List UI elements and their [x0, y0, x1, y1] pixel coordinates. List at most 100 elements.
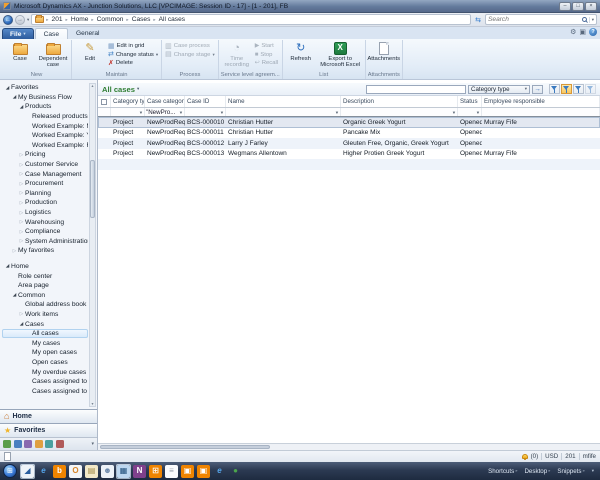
contacts-taskbar-button[interactable]: ☻ — [100, 464, 115, 479]
onenote-taskbar-button[interactable]: N — [132, 464, 147, 479]
file-menu-button[interactable]: File ▾ — [2, 28, 34, 39]
expand-icon[interactable]: ▷ — [11, 248, 18, 254]
case-row[interactable]: Project NewProdReq BCS-000012 Larry J Farle… — [98, 138, 600, 149]
history-dropdown-icon[interactable]: ▾ — [27, 17, 29, 23]
currency-indicator[interactable]: USD — [545, 453, 558, 460]
alerts-count[interactable]: (0) — [531, 453, 539, 460]
combo-dropdown-icon[interactable]: ▼ — [220, 110, 224, 115]
expand-icon[interactable]: ▷ — [18, 210, 25, 216]
sidebar-item-case-management[interactable]: ▷ Case Management — [2, 169, 88, 179]
sidebar-item-my-business-flow[interactable]: ◢ My Business Flow — [2, 93, 88, 103]
sidebar-item-procurement[interactable]: ▷ Procurement — [2, 179, 88, 189]
edit-in-grid-button[interactable]: ▦ Edit in grid — [107, 42, 159, 51]
sidebar-item-my-favorites[interactable]: ▷ My favorites — [2, 246, 88, 256]
expand-icon[interactable]: ▷ — [18, 171, 25, 177]
sidebar-scrollbar[interactable]: ▲ ▼ — [89, 83, 96, 407]
start-button[interactable]: ⊞ — [3, 464, 17, 478]
dependent-case-button[interactable]: Dependent case — [37, 40, 69, 69]
filter-cell-case-category[interactable]: "NewPro... ▼ — [145, 108, 185, 116]
sidebar-item-warehousing[interactable]: ▷ Warehousing — [2, 217, 88, 227]
breadcrumb-item-cases[interactable]: Cases — [131, 16, 152, 23]
bing-taskbar-button[interactable]: b — [52, 464, 67, 479]
taskbar-toolbar-shortcuts[interactable]: Shortcuts» — [488, 468, 517, 475]
module-icon-4[interactable] — [34, 440, 43, 448]
expand-icon[interactable]: ▷ — [18, 190, 25, 196]
sidebar-item-compliance[interactable]: ▷ Compliance — [2, 227, 88, 237]
filter-by-grid-button[interactable] — [561, 84, 572, 94]
sidebar-item-all-cases[interactable]: All cases — [2, 328, 88, 339]
scrollbar-thumb[interactable] — [100, 445, 270, 449]
expand-icon[interactable]: ▷ — [18, 162, 25, 168]
filter-cell-name[interactable]: ▼ — [226, 108, 341, 116]
expand-icon[interactable]: ▷ — [18, 229, 25, 235]
breadcrumb-item-common[interactable]: Common — [96, 16, 125, 23]
search-input[interactable] — [488, 16, 580, 23]
refresh-view-icon[interactable]: ⇆ — [473, 16, 483, 24]
search-dropdown-icon[interactable]: ▾ — [588, 16, 594, 23]
combo-dropdown-icon[interactable]: ▼ — [335, 110, 339, 115]
column-header-case-category[interactable]: Case category — [145, 96, 185, 107]
show-hidden-icons-button[interactable]: ▾ — [592, 468, 594, 474]
nav-band-favorites[interactable]: ★ Favorites — [0, 423, 97, 437]
combo-dropdown-icon[interactable]: ▼ — [452, 110, 456, 115]
communicator-taskbar-button[interactable]: ● — [228, 464, 243, 479]
toolbar-expand-icon[interactable]: » — [583, 468, 585, 473]
view-settings-icon[interactable]: ⚙ — [570, 29, 576, 36]
scroll-down-icon[interactable]: ▼ — [91, 402, 94, 406]
module-icon-1[interactable] — [3, 440, 11, 448]
module-icon-2[interactable] — [13, 440, 22, 448]
forward-button[interactable]: → — [15, 14, 25, 25]
expand-icon[interactable]: ▷ — [18, 181, 25, 187]
case-button[interactable]: Case — [4, 40, 36, 62]
documents-library-taskbar-button[interactable]: ▤ — [84, 464, 99, 479]
more-buttons-icon[interactable]: ▾ — [91, 441, 94, 447]
filter-cell-case-id[interactable]: ▼ — [185, 108, 226, 116]
sidebar-item-cases-assigned-to-my-qu[interactable]: Cases assigned to my qu — [2, 386, 88, 396]
collapse-icon[interactable]: ◢ — [4, 85, 11, 91]
expand-icon[interactable]: ▷ — [18, 219, 25, 225]
expand-icon[interactable]: ▷ — [18, 152, 25, 158]
nav-band-home[interactable]: ⌂ Home — [0, 409, 97, 423]
case-row[interactable]: Project NewProdReq BCS-000013 Wegmans Allen… — [98, 149, 600, 160]
collapse-icon[interactable]: ◢ — [11, 292, 18, 298]
org-chart-taskbar-button[interactable]: ▣ — [180, 464, 195, 479]
collapse-icon[interactable]: ◢ — [18, 321, 25, 327]
column-header-category-type[interactable]: Category type — [111, 96, 145, 107]
breadcrumb-item-home[interactable]: Home — [70, 16, 90, 23]
collapse-icon[interactable]: ◢ — [18, 104, 25, 110]
sidebar-item-customer-service[interactable]: ▷ Customer Service — [2, 160, 88, 170]
case-row[interactable]: Project NewProdReq BCS-000010 Christian Hut… — [98, 117, 600, 128]
select-all-checkbox[interactable] — [101, 98, 107, 105]
outlook-taskbar-button[interactable]: O — [68, 464, 83, 479]
sidebar-item-logistics[interactable]: ▷ Logistics — [2, 208, 88, 218]
sidebar-item-my-cases[interactable]: My cases — [2, 338, 88, 348]
edit-button[interactable]: ✎ Edit — [74, 40, 106, 63]
advanced-filter-button[interactable] — [573, 84, 584, 94]
sidebar-item-worked-example-yogurt[interactable]: Worked Example: Yogurt — [2, 131, 88, 141]
sidebar-item-role-center[interactable]: Role center — [2, 271, 88, 281]
filter-cell-employee-responsible[interactable] — [482, 108, 600, 116]
window-icon[interactable]: ▣ — [579, 29, 586, 36]
close-button[interactable]: × — [585, 1, 597, 11]
sidebar-item-favorites[interactable]: ◢ Favorites — [2, 83, 88, 93]
ribbon-tab-case[interactable]: Case — [34, 28, 69, 39]
apply-filter-button[interactable]: → — [532, 84, 543, 94]
dynamics-ax-taskbar-button[interactable]: ◢ — [20, 463, 35, 479]
dynamics-ax-window-taskbar-button[interactable]: ▦ — [116, 463, 131, 479]
filter-by-selection-button[interactable] — [549, 84, 560, 94]
minimize-button[interactable]: – — [559, 1, 571, 11]
sidebar-item-planning[interactable]: ▷ Planning — [2, 189, 88, 199]
filter-cell-status[interactable]: ▼ — [458, 108, 482, 116]
org-chart-2-taskbar-button[interactable]: ▣ — [196, 464, 211, 479]
sidebar-item-cases[interactable]: ◢ Cases — [2, 319, 88, 329]
sidebar-item-released-products[interactable]: Released products — [2, 112, 88, 122]
filter-cell-description[interactable]: ▼ — [341, 108, 458, 116]
taskbar-toolbar-desktop[interactable]: Desktop» — [524, 468, 550, 475]
refresh-button[interactable]: ↻ Refresh — [285, 40, 317, 63]
alerts-bell-icon[interactable] — [521, 454, 528, 460]
page-title[interactable]: All cases — [102, 85, 135, 94]
module-icon-5[interactable] — [45, 440, 53, 448]
search-icon[interactable] — [581, 17, 587, 22]
quick-filter-input[interactable] — [366, 84, 466, 94]
sidebar-item-pricing[interactable]: ▷ Pricing — [2, 150, 88, 160]
